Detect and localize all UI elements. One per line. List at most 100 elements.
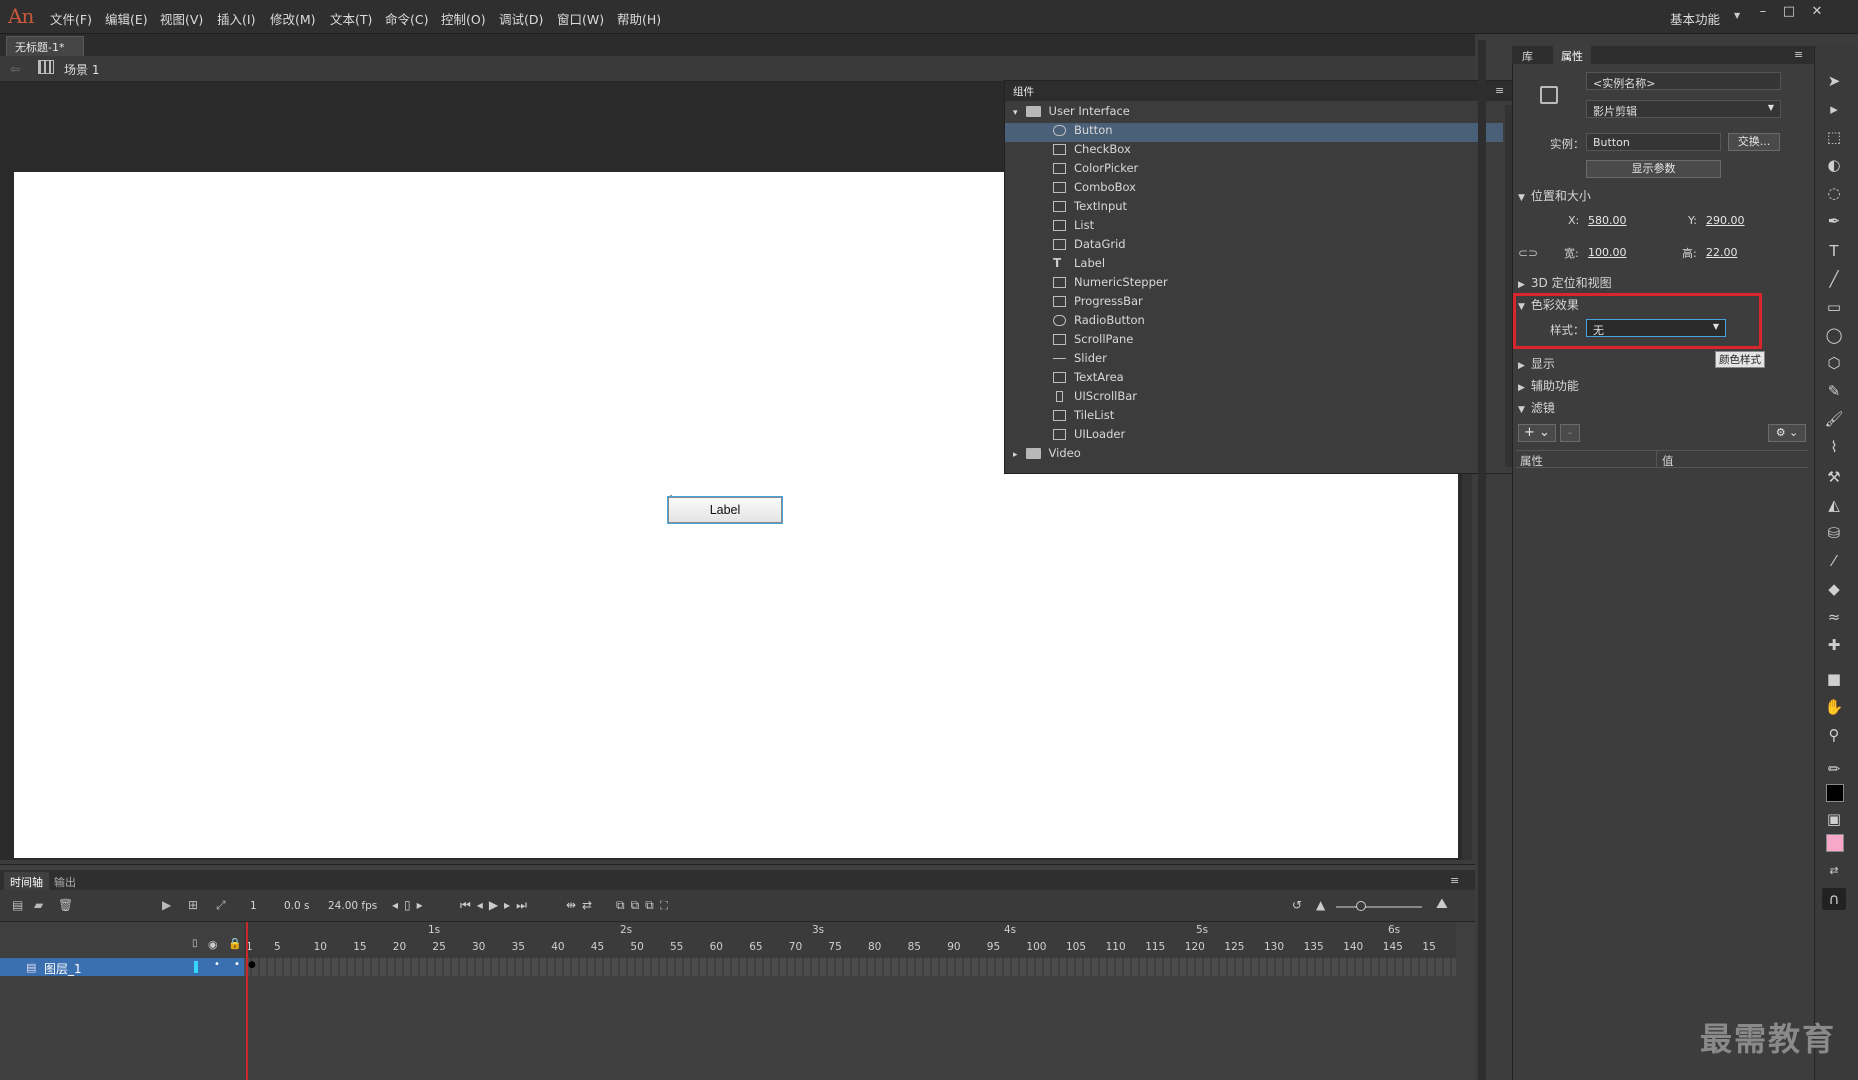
- instance-name-input[interactable]: <实例名称>: [1586, 72, 1781, 90]
- menu-edit[interactable]: 编辑(E): [105, 9, 148, 28]
- show-parameters-button[interactable]: 显示参数: [1586, 160, 1721, 178]
- section-filters[interactable]: ▼ 滤镜: [1518, 399, 1555, 416]
- x-value[interactable]: 580.00: [1588, 214, 1627, 227]
- layer-name[interactable]: 图层_1: [44, 960, 82, 977]
- tree-item-numericstepper[interactable]: NumericStepper: [1005, 275, 1503, 294]
- tab-properties[interactable]: 属性: [1553, 46, 1591, 64]
- tree-item-scrollpane[interactable]: ScrollPane: [1005, 332, 1503, 351]
- zoom-in-frames-icon[interactable]: ⛰: [1436, 896, 1448, 912]
- snap-magnet-icon[interactable]: ∩: [1822, 888, 1846, 910]
- tree-item-progressbar[interactable]: ProgressBar: [1005, 294, 1503, 313]
- visibility-dot-icon[interactable]: •: [214, 959, 220, 970]
- camera-tool-icon[interactable]: ■: [1822, 668, 1846, 690]
- tree-item-textinput[interactable]: TextInput: [1005, 199, 1503, 218]
- show-hide-all-icon[interactable]: ▯: [192, 938, 198, 949]
- tree-item-button[interactable]: Button: [1005, 123, 1503, 142]
- selection-tool-icon[interactable]: ➤: [1822, 70, 1846, 92]
- tree-item-uiloader[interactable]: UILoader: [1005, 427, 1503, 446]
- filter-settings-gear-icon[interactable]: ⚙ ⌄: [1768, 424, 1806, 442]
- eyedropper-tool-icon[interactable]: ⁄: [1822, 550, 1846, 572]
- brush-tool-icon[interactable]: ⌇: [1822, 436, 1846, 458]
- new-layer-icon[interactable]: ▤: [12, 898, 23, 912]
- stroke-color-icon[interactable]: ✏: [1822, 758, 1846, 780]
- free-transform-tool-icon[interactable]: ⬚: [1822, 126, 1846, 148]
- zoom-tool-icon[interactable]: ⚲: [1822, 724, 1846, 746]
- width-value[interactable]: 100.00: [1588, 246, 1627, 259]
- menu-file[interactable]: 文件(F): [50, 9, 92, 28]
- height-value[interactable]: 22.00: [1706, 246, 1738, 259]
- fill-color-icon[interactable]: ▣: [1822, 808, 1846, 830]
- parent-layer-icon[interactable]: ⊞: [188, 898, 198, 912]
- frame-zoom-thumb[interactable]: [1356, 901, 1366, 911]
- playhead[interactable]: [246, 922, 248, 1080]
- menu-window[interactable]: 窗口(W): [557, 9, 604, 28]
- panel-menu-icon[interactable]: ≡: [1495, 84, 1504, 97]
- new-folder-icon[interactable]: ▰: [34, 898, 43, 912]
- tree-item-tilelist[interactable]: TileList: [1005, 408, 1503, 427]
- button-component-instance[interactable]: Label: [667, 496, 783, 524]
- scene-label[interactable]: 场景 1: [64, 61, 99, 78]
- width-tool-icon[interactable]: ≈: [1822, 606, 1846, 628]
- remove-filter-button[interactable]: –: [1560, 424, 1580, 442]
- tab-output[interactable]: 输出: [54, 874, 76, 890]
- lasso-tool-icon[interactable]: ◌: [1822, 182, 1846, 204]
- menu-control[interactable]: 控制(O): [441, 9, 486, 28]
- pencil-tool-icon[interactable]: ✎: [1822, 380, 1846, 402]
- layer-outline-color[interactable]: [194, 961, 198, 973]
- delete-layer-icon[interactable]: 🗑: [58, 898, 73, 912]
- tree-item-uiscrollbar[interactable]: UIScrollBar: [1005, 389, 1503, 408]
- zoom-out-frames-icon[interactable]: ▲: [1316, 898, 1325, 912]
- 3d-rotation-tool-icon[interactable]: ◐: [1822, 154, 1846, 176]
- add-filter-button[interactable]: + ⌄: [1518, 424, 1556, 442]
- layer-frames[interactable]: [244, 958, 1456, 976]
- y-value[interactable]: 290.00: [1706, 214, 1745, 227]
- line-tool-icon[interactable]: ╱: [1822, 268, 1846, 290]
- subselection-tool-icon[interactable]: ▸: [1822, 98, 1846, 120]
- lock-icon[interactable]: 🔒: [228, 937, 242, 950]
- current-time[interactable]: 0.0 s: [284, 900, 310, 912]
- tree-item-combobox[interactable]: ComboBox: [1005, 180, 1503, 199]
- collapse-chevron-icon[interactable]: ▸: [1013, 450, 1018, 460]
- polystar-tool-icon[interactable]: ⬡: [1822, 352, 1846, 374]
- menu-help[interactable]: 帮助(H): [617, 9, 661, 28]
- document-tab[interactable]: 无标题-1* ×: [6, 36, 84, 68]
- eraser-tool-icon[interactable]: ◆: [1822, 578, 1846, 600]
- fill-color-swatch[interactable]: [1826, 834, 1844, 852]
- section-accessibility[interactable]: ▶ 辅助功能: [1518, 377, 1579, 394]
- section-position-size[interactable]: ▼ 位置和大小: [1518, 187, 1591, 204]
- pin-tool-icon[interactable]: ✚: [1822, 634, 1846, 656]
- hand-tool-icon[interactable]: ✋: [1822, 696, 1846, 718]
- swap-colors-icon[interactable]: ⇄: [1822, 860, 1846, 882]
- lock-dot-icon[interactable]: •: [234, 959, 240, 970]
- expand-chevron-icon[interactable]: ▾: [1013, 108, 1018, 118]
- tree-item-radiobutton[interactable]: RadioButton: [1005, 313, 1503, 332]
- oval-tool-icon[interactable]: ◯: [1822, 324, 1846, 346]
- frame-rate[interactable]: 24.00 fps: [328, 900, 377, 912]
- eye-icon[interactable]: ◉: [208, 938, 218, 951]
- swap-button[interactable]: 交换...: [1728, 133, 1780, 151]
- panel-menu-icon[interactable]: ≡: [1450, 874, 1459, 887]
- menu-debug[interactable]: 调试(D): [499, 9, 543, 28]
- tree-item-slider[interactable]: Slider: [1005, 351, 1503, 370]
- tree-group-video[interactable]: ▸ Video: [1005, 446, 1503, 465]
- tree-item-checkbox[interactable]: CheckBox: [1005, 142, 1503, 161]
- link-constraint-icon[interactable]: ⊂⊃: [1518, 246, 1538, 260]
- tree-item-textarea[interactable]: TextArea: [1005, 370, 1503, 389]
- menu-view[interactable]: 视图(V): [160, 9, 203, 28]
- center-frame-controls[interactable]: ◂▯▸: [392, 898, 429, 912]
- menu-modify[interactable]: 修改(M): [270, 9, 316, 28]
- section-3d-position[interactable]: ▶ 3D 定位和视图: [1518, 274, 1612, 291]
- panel-divider[interactable]: [1478, 40, 1486, 1080]
- menu-text[interactable]: 文本(T): [330, 9, 372, 28]
- tree-item-list[interactable]: List: [1005, 218, 1503, 237]
- bone-tool-icon[interactable]: ⚒: [1822, 466, 1846, 488]
- loop-controls[interactable]: ⇹⇄: [566, 898, 598, 912]
- tree-group-user-interface[interactable]: ▾ User Interface: [1005, 104, 1503, 123]
- tree-item-colorpicker[interactable]: ColorPicker: [1005, 161, 1503, 180]
- onion-skin-controls[interactable]: ⧉⧉⧉⛶: [616, 898, 674, 913]
- maximize-icon[interactable]: □: [1778, 4, 1800, 22]
- menu-commands[interactable]: 命令(C): [385, 9, 428, 28]
- tree-item-datagrid[interactable]: DataGrid: [1005, 237, 1503, 256]
- camera-layer-icon[interactable]: ▶: [162, 898, 171, 912]
- tab-library[interactable]: 库: [1522, 48, 1533, 64]
